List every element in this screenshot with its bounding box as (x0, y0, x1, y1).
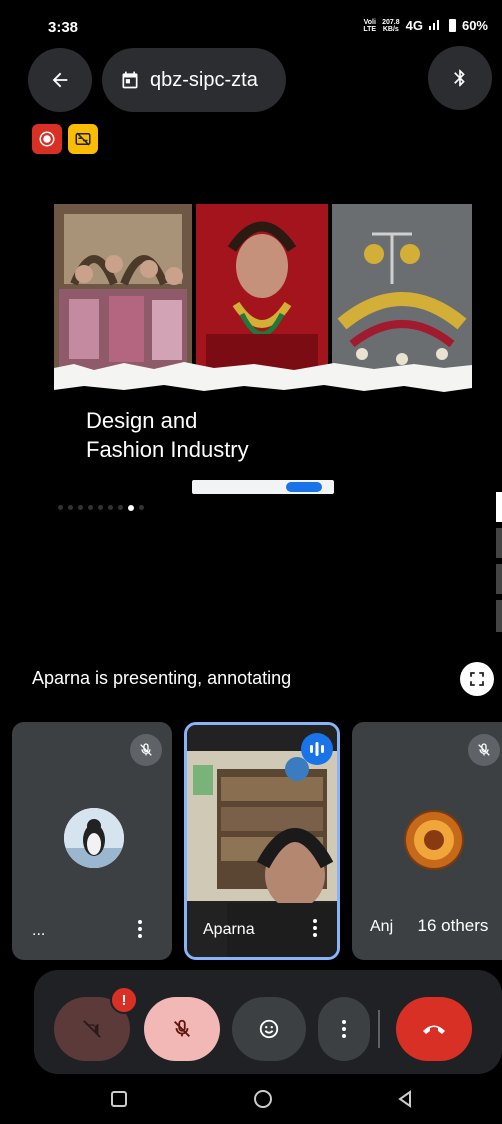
back-nav-button[interactable] (390, 1084, 420, 1114)
emoji-icon (259, 1019, 279, 1039)
bluetooth-button[interactable] (428, 46, 492, 110)
participant-name: Anj (370, 918, 394, 935)
back-button[interactable] (28, 48, 92, 112)
network-label: Voli LTE (363, 18, 377, 33)
status-time: 3:38 (48, 19, 79, 36)
mic-off-icon (174, 1019, 190, 1037)
recording-badge (32, 124, 62, 154)
muted-indicator (130, 734, 162, 766)
slide-page-dots (58, 505, 144, 511)
others-button[interactable]: 16 others (406, 906, 500, 946)
home-button[interactable] (248, 1084, 278, 1114)
scroll-indicator (496, 528, 502, 558)
square-icon (111, 1091, 127, 1107)
photo-group-image (54, 204, 192, 372)
presenting-status: Aparna is presenting, annotating (32, 668, 292, 688)
fullscreen-icon (470, 672, 484, 686)
reactions-button[interactable] (232, 997, 306, 1061)
mic-off-icon (478, 743, 490, 756)
share-banner-button (286, 482, 322, 492)
scroll-indicator (496, 600, 502, 632)
scroll-indicator (496, 564, 502, 594)
muted-indicator (468, 734, 500, 766)
calendar-icon (122, 71, 138, 89)
camera-warning-badge: ! (110, 986, 138, 1014)
meeting-info-chip[interactable]: qbz-sipc-zta (102, 48, 286, 112)
status-icons: Voli LTE 207.8 KB/s 4G 60% (363, 18, 488, 33)
network-speed: 207.8 KB/s (382, 18, 400, 33)
battery-icon (448, 19, 456, 32)
participant-tile[interactable]: ... (12, 722, 172, 960)
participant-tile-active-speaker[interactable]: Aparna (184, 722, 340, 960)
battery-percent: 60% (461, 18, 488, 33)
slide-title-line-2: Fashion Industry (86, 437, 249, 462)
captions-badge (68, 124, 98, 154)
network-type: 4G (405, 18, 423, 33)
end-call-button[interactable] (396, 997, 472, 1061)
triangle-back-icon (398, 1090, 411, 1108)
screen-share-banner (192, 480, 334, 494)
system-navigation-bar (0, 1074, 502, 1124)
more-vert-icon (336, 1020, 352, 1038)
microphone-toggle-button[interactable] (144, 997, 220, 1061)
signal-icon (428, 18, 443, 33)
record-icon (39, 131, 55, 147)
jewellery-image (332, 204, 472, 372)
more-vert-icon[interactable] (307, 919, 323, 937)
avatar (404, 810, 464, 870)
torn-paper-strip (54, 362, 472, 392)
camera-off-icon (83, 1020, 101, 1038)
audio-wave-icon (310, 742, 324, 756)
mic-off-icon (140, 743, 152, 756)
emblem-avatar-icon (406, 812, 462, 868)
fullscreen-button[interactable] (460, 662, 494, 696)
more-vert-icon[interactable] (132, 920, 148, 938)
arrow-left-icon (52, 72, 68, 88)
avatar (64, 808, 124, 868)
bluetooth-icon (454, 69, 465, 87)
participant-name: ... (32, 922, 46, 939)
bridal-portrait-image (196, 204, 328, 372)
presentation-slide: Design and Fashion Industry (54, 200, 472, 520)
participant-name: Aparna (203, 921, 255, 938)
captions-off-icon (75, 132, 91, 146)
penguin-avatar-icon (64, 808, 124, 868)
meeting-code: qbz-sipc-zta (150, 68, 258, 91)
controls-divider (378, 1010, 380, 1048)
speaking-indicator (301, 733, 333, 765)
scroll-indicator-active (496, 492, 502, 522)
call-end-icon (423, 1025, 445, 1034)
circle-icon (254, 1090, 272, 1108)
more-options-button[interactable] (318, 997, 370, 1061)
slide-title-line-1: Design and (86, 408, 198, 433)
call-controls-bar (34, 970, 502, 1074)
slide-title: Design and Fashion Industry (86, 406, 249, 464)
recents-button[interactable] (104, 1084, 134, 1114)
